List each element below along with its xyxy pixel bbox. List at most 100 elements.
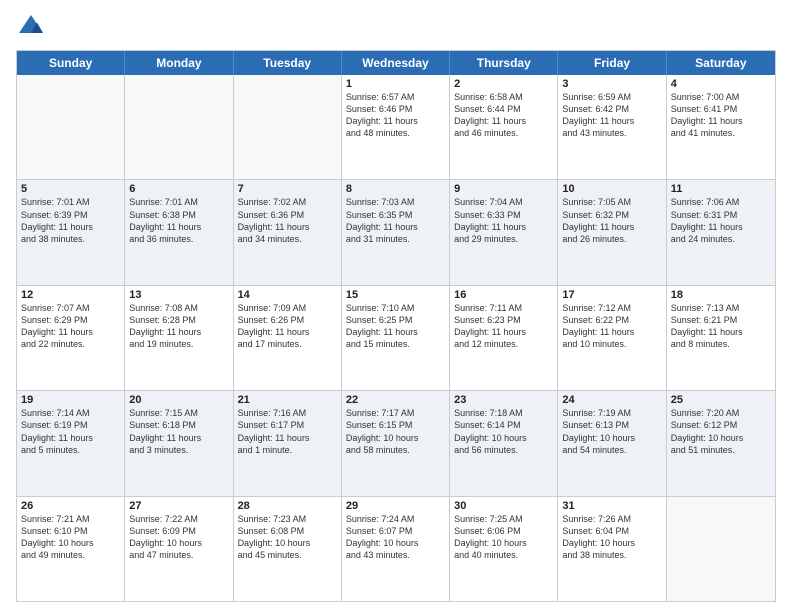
logo bbox=[16, 12, 50, 42]
day-cell-31: 31Sunrise: 7:26 AM Sunset: 6:04 PM Dayli… bbox=[558, 497, 666, 601]
day-cell-25: 25Sunrise: 7:20 AM Sunset: 6:12 PM Dayli… bbox=[667, 391, 775, 495]
day-info: Sunrise: 6:59 AM Sunset: 6:42 PM Dayligh… bbox=[562, 91, 661, 140]
day-cell-26: 26Sunrise: 7:21 AM Sunset: 6:10 PM Dayli… bbox=[17, 497, 125, 601]
day-number: 9 bbox=[454, 183, 553, 195]
day-number: 24 bbox=[562, 394, 661, 406]
day-info: Sunrise: 7:10 AM Sunset: 6:25 PM Dayligh… bbox=[346, 302, 445, 351]
calendar: SundayMondayTuesdayWednesdayThursdayFrid… bbox=[16, 50, 776, 602]
header-cell-wednesday: Wednesday bbox=[342, 51, 450, 75]
calendar-row-3: 12Sunrise: 7:07 AM Sunset: 6:29 PM Dayli… bbox=[17, 286, 775, 391]
day-number: 5 bbox=[21, 183, 120, 195]
day-cell-19: 19Sunrise: 7:14 AM Sunset: 6:19 PM Dayli… bbox=[17, 391, 125, 495]
day-info: Sunrise: 7:03 AM Sunset: 6:35 PM Dayligh… bbox=[346, 196, 445, 245]
day-cell-14: 14Sunrise: 7:09 AM Sunset: 6:26 PM Dayli… bbox=[234, 286, 342, 390]
day-number: 1 bbox=[346, 78, 445, 90]
day-cell-6: 6Sunrise: 7:01 AM Sunset: 6:38 PM Daylig… bbox=[125, 180, 233, 284]
logo-icon bbox=[16, 12, 46, 42]
day-cell-28: 28Sunrise: 7:23 AM Sunset: 6:08 PM Dayli… bbox=[234, 497, 342, 601]
day-cell-20: 20Sunrise: 7:15 AM Sunset: 6:18 PM Dayli… bbox=[125, 391, 233, 495]
empty-cell-0-2 bbox=[234, 75, 342, 179]
day-cell-16: 16Sunrise: 7:11 AM Sunset: 6:23 PM Dayli… bbox=[450, 286, 558, 390]
day-info: Sunrise: 7:24 AM Sunset: 6:07 PM Dayligh… bbox=[346, 513, 445, 562]
day-cell-24: 24Sunrise: 7:19 AM Sunset: 6:13 PM Dayli… bbox=[558, 391, 666, 495]
day-info: Sunrise: 7:17 AM Sunset: 6:15 PM Dayligh… bbox=[346, 407, 445, 456]
day-info: Sunrise: 7:23 AM Sunset: 6:08 PM Dayligh… bbox=[238, 513, 337, 562]
day-info: Sunrise: 7:14 AM Sunset: 6:19 PM Dayligh… bbox=[21, 407, 120, 456]
day-info: Sunrise: 7:26 AM Sunset: 6:04 PM Dayligh… bbox=[562, 513, 661, 562]
empty-cell-4-6 bbox=[667, 497, 775, 601]
day-info: Sunrise: 7:04 AM Sunset: 6:33 PM Dayligh… bbox=[454, 196, 553, 245]
day-info: Sunrise: 7:19 AM Sunset: 6:13 PM Dayligh… bbox=[562, 407, 661, 456]
day-number: 23 bbox=[454, 394, 553, 406]
day-cell-12: 12Sunrise: 7:07 AM Sunset: 6:29 PM Dayli… bbox=[17, 286, 125, 390]
day-info: Sunrise: 7:21 AM Sunset: 6:10 PM Dayligh… bbox=[21, 513, 120, 562]
day-cell-11: 11Sunrise: 7:06 AM Sunset: 6:31 PM Dayli… bbox=[667, 180, 775, 284]
day-info: Sunrise: 7:01 AM Sunset: 6:39 PM Dayligh… bbox=[21, 196, 120, 245]
day-info: Sunrise: 7:07 AM Sunset: 6:29 PM Dayligh… bbox=[21, 302, 120, 351]
day-number: 14 bbox=[238, 289, 337, 301]
day-info: Sunrise: 7:16 AM Sunset: 6:17 PM Dayligh… bbox=[238, 407, 337, 456]
day-cell-2: 2Sunrise: 6:58 AM Sunset: 6:44 PM Daylig… bbox=[450, 75, 558, 179]
day-number: 15 bbox=[346, 289, 445, 301]
day-info: Sunrise: 7:22 AM Sunset: 6:09 PM Dayligh… bbox=[129, 513, 228, 562]
day-info: Sunrise: 7:02 AM Sunset: 6:36 PM Dayligh… bbox=[238, 196, 337, 245]
day-info: Sunrise: 7:11 AM Sunset: 6:23 PM Dayligh… bbox=[454, 302, 553, 351]
empty-cell-0-1 bbox=[125, 75, 233, 179]
day-cell-13: 13Sunrise: 7:08 AM Sunset: 6:28 PM Dayli… bbox=[125, 286, 233, 390]
day-number: 31 bbox=[562, 500, 661, 512]
day-number: 20 bbox=[129, 394, 228, 406]
calendar-row-1: 1Sunrise: 6:57 AM Sunset: 6:46 PM Daylig… bbox=[17, 75, 775, 180]
day-cell-29: 29Sunrise: 7:24 AM Sunset: 6:07 PM Dayli… bbox=[342, 497, 450, 601]
day-number: 3 bbox=[562, 78, 661, 90]
header-cell-friday: Friday bbox=[558, 51, 666, 75]
calendar-body: 1Sunrise: 6:57 AM Sunset: 6:46 PM Daylig… bbox=[17, 75, 775, 601]
day-info: Sunrise: 6:58 AM Sunset: 6:44 PM Dayligh… bbox=[454, 91, 553, 140]
day-number: 27 bbox=[129, 500, 228, 512]
day-info: Sunrise: 7:00 AM Sunset: 6:41 PM Dayligh… bbox=[671, 91, 771, 140]
day-number: 30 bbox=[454, 500, 553, 512]
day-number: 11 bbox=[671, 183, 771, 195]
day-cell-21: 21Sunrise: 7:16 AM Sunset: 6:17 PM Dayli… bbox=[234, 391, 342, 495]
day-cell-1: 1Sunrise: 6:57 AM Sunset: 6:46 PM Daylig… bbox=[342, 75, 450, 179]
day-number: 16 bbox=[454, 289, 553, 301]
day-cell-7: 7Sunrise: 7:02 AM Sunset: 6:36 PM Daylig… bbox=[234, 180, 342, 284]
calendar-row-2: 5Sunrise: 7:01 AM Sunset: 6:39 PM Daylig… bbox=[17, 180, 775, 285]
calendar-header-row: SundayMondayTuesdayWednesdayThursdayFrid… bbox=[17, 51, 775, 75]
day-number: 8 bbox=[346, 183, 445, 195]
day-cell-15: 15Sunrise: 7:10 AM Sunset: 6:25 PM Dayli… bbox=[342, 286, 450, 390]
day-cell-18: 18Sunrise: 7:13 AM Sunset: 6:21 PM Dayli… bbox=[667, 286, 775, 390]
header-cell-thursday: Thursday bbox=[450, 51, 558, 75]
day-number: 25 bbox=[671, 394, 771, 406]
day-cell-5: 5Sunrise: 7:01 AM Sunset: 6:39 PM Daylig… bbox=[17, 180, 125, 284]
day-number: 6 bbox=[129, 183, 228, 195]
calendar-row-5: 26Sunrise: 7:21 AM Sunset: 6:10 PM Dayli… bbox=[17, 497, 775, 601]
day-cell-3: 3Sunrise: 6:59 AM Sunset: 6:42 PM Daylig… bbox=[558, 75, 666, 179]
day-info: Sunrise: 7:05 AM Sunset: 6:32 PM Dayligh… bbox=[562, 196, 661, 245]
day-number: 26 bbox=[21, 500, 120, 512]
header-cell-sunday: Sunday bbox=[17, 51, 125, 75]
day-info: Sunrise: 6:57 AM Sunset: 6:46 PM Dayligh… bbox=[346, 91, 445, 140]
day-number: 17 bbox=[562, 289, 661, 301]
day-cell-4: 4Sunrise: 7:00 AM Sunset: 6:41 PM Daylig… bbox=[667, 75, 775, 179]
day-cell-10: 10Sunrise: 7:05 AM Sunset: 6:32 PM Dayli… bbox=[558, 180, 666, 284]
day-number: 13 bbox=[129, 289, 228, 301]
day-info: Sunrise: 7:09 AM Sunset: 6:26 PM Dayligh… bbox=[238, 302, 337, 351]
day-info: Sunrise: 7:06 AM Sunset: 6:31 PM Dayligh… bbox=[671, 196, 771, 245]
day-number: 19 bbox=[21, 394, 120, 406]
day-number: 10 bbox=[562, 183, 661, 195]
day-cell-9: 9Sunrise: 7:04 AM Sunset: 6:33 PM Daylig… bbox=[450, 180, 558, 284]
day-info: Sunrise: 7:08 AM Sunset: 6:28 PM Dayligh… bbox=[129, 302, 228, 351]
day-cell-30: 30Sunrise: 7:25 AM Sunset: 6:06 PM Dayli… bbox=[450, 497, 558, 601]
day-number: 2 bbox=[454, 78, 553, 90]
day-number: 12 bbox=[21, 289, 120, 301]
day-number: 21 bbox=[238, 394, 337, 406]
page: SundayMondayTuesdayWednesdayThursdayFrid… bbox=[0, 0, 792, 612]
day-cell-23: 23Sunrise: 7:18 AM Sunset: 6:14 PM Dayli… bbox=[450, 391, 558, 495]
day-number: 18 bbox=[671, 289, 771, 301]
header-cell-monday: Monday bbox=[125, 51, 233, 75]
day-cell-22: 22Sunrise: 7:17 AM Sunset: 6:15 PM Dayli… bbox=[342, 391, 450, 495]
header bbox=[16, 12, 776, 42]
day-info: Sunrise: 7:01 AM Sunset: 6:38 PM Dayligh… bbox=[129, 196, 228, 245]
day-number: 29 bbox=[346, 500, 445, 512]
day-cell-17: 17Sunrise: 7:12 AM Sunset: 6:22 PM Dayli… bbox=[558, 286, 666, 390]
